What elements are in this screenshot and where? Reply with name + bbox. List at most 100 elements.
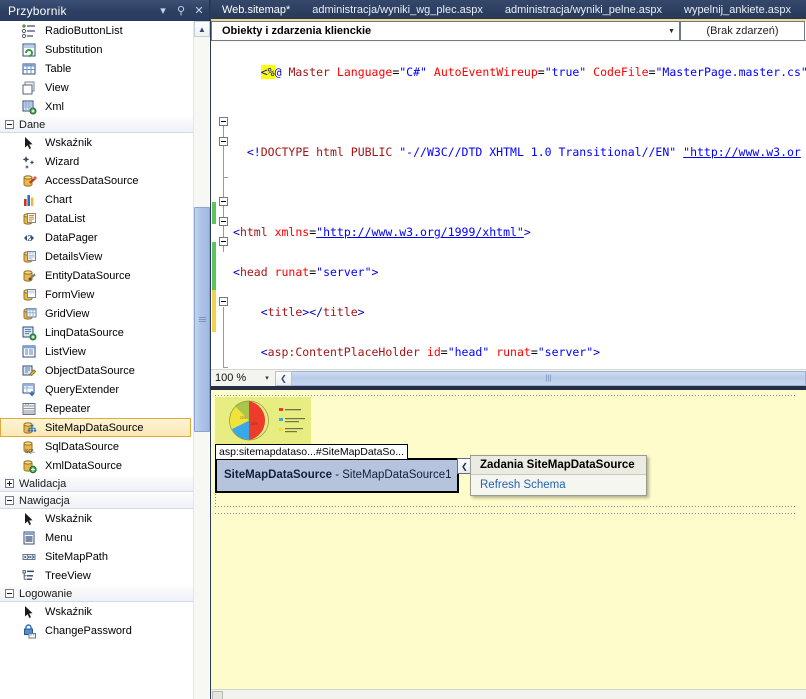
toolbox-item[interactable]: Wskaźnik (0, 133, 193, 152)
pin-icon[interactable]: ⚲ (173, 2, 189, 20)
document-tab[interactable]: administracja/wyniki_pelne.aspx (494, 0, 673, 19)
collapse-icon[interactable] (5, 120, 14, 129)
fold-guide-line (223, 307, 224, 367)
toolbox-group-label: Dane (19, 118, 46, 131)
fold-toggle-head[interactable] (219, 137, 228, 146)
toolbox-item-label: SiteMapPath (45, 550, 108, 563)
listview-icon (21, 344, 37, 360)
toolbox-item-label: AccessDataSource (45, 174, 139, 187)
toolbox-item-list: RadioButtonList Substitution Table View Xml D… (0, 21, 193, 640)
toolbox-item[interactable]: SiteMapDataSource (0, 418, 191, 437)
collapse-icon[interactable] (5, 496, 14, 505)
fold-tick (223, 367, 228, 368)
control-tag-label[interactable]: asp:sitemapdataso...#SiteMapDataSo... (215, 444, 409, 460)
expand-icon[interactable] (5, 479, 14, 488)
fold-toggle-cph[interactable] (219, 297, 228, 306)
toolbox-item[interactable]: SQL SqlDataSource (0, 437, 193, 456)
toolbox-list-area: RadioButtonList Substitution Table View Xml D… (0, 21, 210, 699)
close-icon[interactable]: ✕ (191, 2, 207, 20)
toolbox-item[interactable]: EntityDataSource (0, 266, 193, 285)
toolbox-group-walidacja[interactable]: Walidacja (0, 475, 193, 492)
toolbox-item[interactable]: <> Repeater (0, 399, 193, 418)
toolbox-item[interactable]: ** ChangePassword (0, 621, 193, 640)
toolbox-item[interactable]: FormView (0, 285, 193, 304)
editor-region: Web.sitemap* administracja/wyniki_wg_plec… (211, 0, 806, 699)
horizontal-scrollbar[interactable] (292, 370, 806, 386)
scrollbar-grip-icon (199, 316, 206, 323)
toolbox-item[interactable]: Wskaźnik (0, 509, 193, 528)
client-objects-dropdown[interactable]: Obiekty i zdarzenia klienckie ▼ (211, 21, 680, 41)
toolbox-item[interactable]: AccessDataSource (0, 171, 193, 190)
chevron-down-icon[interactable]: ▼ (664, 22, 679, 40)
treeview-icon (21, 568, 37, 584)
toolbox-item[interactable]: Wizard (0, 152, 193, 171)
toolbox-item[interactable]: Chart (0, 190, 193, 209)
toolbox-item-label: DetailsView (45, 250, 103, 263)
changepassword-icon: ** (21, 623, 37, 639)
toolbox-item[interactable]: ListView (0, 342, 193, 361)
gridview-icon (21, 306, 37, 322)
dropdown-icon[interactable]: ▾ (155, 2, 171, 20)
fold-toggle-form[interactable] (219, 217, 228, 226)
toolbox-item[interactable]: QueryExtender (0, 380, 193, 399)
code-folding-column[interactable] (216, 42, 232, 369)
toolbox-item[interactable]: LinqDataSource (0, 323, 193, 342)
toolbox-item[interactable]: DataList (0, 209, 193, 228)
logo-image[interactable]: 35% 22% (215, 397, 311, 444)
toolbox-item-label: Table (45, 62, 72, 75)
fold-toggle-html[interactable] (219, 117, 228, 126)
scroll-up-icon[interactable]: ▲ (194, 21, 210, 37)
toolbox-item[interactable]: Table (0, 59, 193, 78)
sitemapdatasource-control[interactable]: SiteMapDataSource - SiteMapDataSource1 (215, 458, 459, 493)
toolbox-group-nawigacja[interactable]: Nawigacja (0, 492, 193, 509)
toolbox-item[interactable]: DetailsView (0, 247, 193, 266)
client-events-dropdown[interactable]: (Brak zdarzeń) (680, 21, 805, 41)
toolbox-item-label: Wskaźnik (45, 605, 93, 618)
document-tab[interactable]: Web.sitemap* (211, 0, 301, 19)
toolbox-item-label: Menu (45, 531, 73, 544)
fold-toggle-body[interactable] (219, 197, 228, 206)
toolbox-item[interactable]: ObjectDataSource (0, 361, 193, 380)
scroll-left-icon[interactable]: ❮ (275, 370, 292, 386)
detailsview-icon (21, 249, 37, 265)
toolbox-group-dane[interactable]: Dane (0, 116, 193, 133)
toolbox-item[interactable]: Substitution (0, 40, 193, 59)
toolbox-item-label: DataPager (45, 231, 98, 244)
toolbox-group-logowanie[interactable]: Logowanie (0, 585, 193, 602)
substitution-icon (21, 42, 37, 58)
toolbox-item[interactable]: Wskaźnik (0, 602, 193, 621)
document-tab[interactable]: administracja/wyniki_wg_plec.aspx (301, 0, 494, 19)
editor-bottom-bar: 100 % ▾ ❮ (211, 369, 806, 386)
document-tab[interactable]: wypelnij_ankiete.aspx (673, 0, 802, 19)
toolbox-item[interactable]: 2 DataPager (0, 228, 193, 247)
toolbox-item-label: ObjectDataSource (45, 364, 135, 377)
toolbox-item[interactable]: Menu (0, 528, 193, 547)
toolbox-item[interactable]: XmlDataSource (0, 456, 193, 475)
scrollbar-thumb[interactable] (194, 207, 210, 432)
toolbox-item[interactable]: Xml (0, 97, 193, 116)
zoom-level-label: 100 % (215, 372, 247, 384)
refresh-schema-action[interactable]: Refresh Schema (471, 475, 646, 495)
toolbox-item-label: SqlDataSource (45, 440, 119, 453)
zoom-dropdown-icon[interactable]: ▾ (259, 374, 275, 382)
toolbox-item-label: Chart (45, 193, 72, 206)
toolbox-scrollbar[interactable]: ▲ (193, 21, 210, 699)
toolbox-item[interactable]: SiteMapPath (0, 547, 193, 566)
toolbox-item-label: XmlDataSource (45, 459, 123, 472)
formview-icon (21, 287, 37, 303)
design-surface[interactable]: 35% 22% asp:sitemapdataso...#SiteMapData… (211, 390, 806, 699)
toolbox-item[interactable]: RadioButtonList (0, 21, 193, 40)
design-resize-handle[interactable] (212, 691, 223, 699)
accessdatasource-icon (21, 173, 37, 189)
xmldatasource-icon (21, 458, 37, 474)
control-id-name: - SiteMapDataSource1 (332, 469, 452, 481)
toolbox-item[interactable]: View (0, 78, 193, 97)
code-editor[interactable]: <%@ Master Language="C#" AutoEventWireup… (211, 42, 806, 369)
code-text[interactable]: <%@ Master Language="C#" AutoEventWireup… (232, 42, 806, 369)
code-line: <title></title> (260, 305, 365, 319)
fold-toggle-div[interactable] (219, 237, 228, 246)
toolbox-item[interactable]: GridView (0, 304, 193, 323)
collapse-icon[interactable] (5, 589, 14, 598)
toolbox-item[interactable]: TreeView (0, 566, 193, 585)
toolbox-group-label: Logowanie (19, 587, 73, 600)
